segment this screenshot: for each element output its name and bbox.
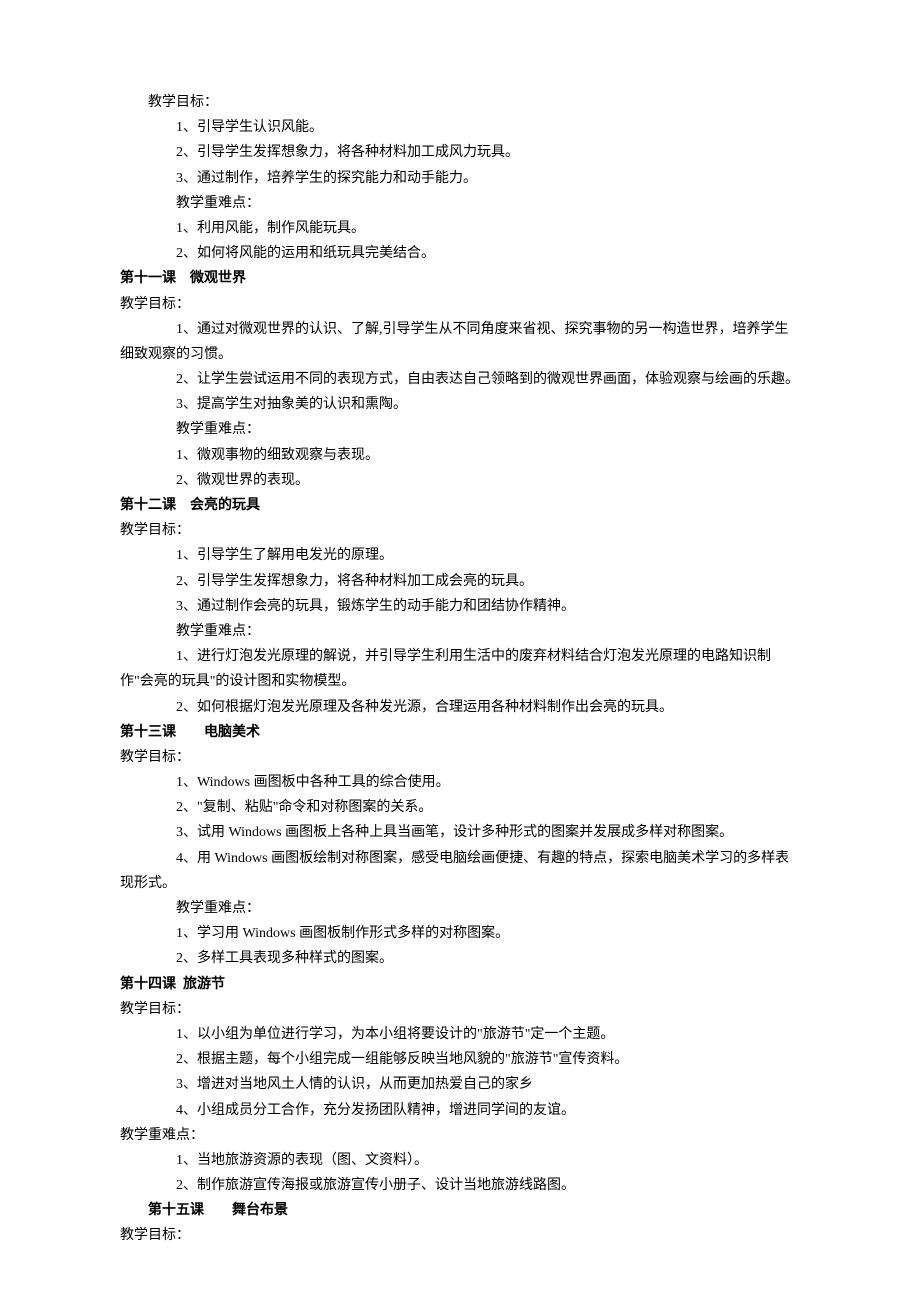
text-line: 教学重难点：: [120, 191, 800, 216]
text-line: 教学目标：: [120, 1223, 800, 1248]
text-line: 1、进行灯泡发光原理的解说，并引导学生利用生活中的废弃材料结合灯泡发光原理的电路…: [120, 644, 800, 694]
text-line: 教学重难点：: [120, 896, 800, 921]
text-line: 教学重难点：: [120, 1123, 800, 1148]
text-line: 教学目标：: [120, 292, 800, 317]
text-line: 3、提高学生对抽象美的认识和熏陶。: [120, 392, 800, 417]
text-line: 2、如何将风能的运用和纸玩具完美结合。: [120, 241, 800, 266]
text-line: 教学目标：: [120, 518, 800, 543]
text-line: 4、用 Windows 画图板绘制对称图案，感受电脑绘画便捷、有趣的特点，探索电…: [120, 846, 800, 896]
text-line: 1、微观事物的细致观察与表现。: [120, 443, 800, 468]
text-line: 2、"复制、粘贴"命令和对称图案的关系。: [120, 795, 800, 820]
text-line: 3、通过制作，培养学生的探究能力和动手能力。: [120, 166, 800, 191]
text-line: 1、利用风能，制作风能玩具。: [120, 216, 800, 241]
text-line: 1、通过对微观世界的认识、了解,引导学生从不同角度来省视、探究事物的另一构造世界…: [120, 317, 800, 367]
text-line: 3、增进对当地风土人情的认识，从而更加热爱自己的家乡: [120, 1072, 800, 1097]
text-line: 1、引导学生认识风能。: [120, 115, 800, 140]
text-line: 教学目标：: [120, 997, 800, 1022]
text-line: 2、引导学生发挥想象力，将各种材料加工成风力玩具。: [120, 140, 800, 165]
section-heading: 第十二课 会亮的玩具: [120, 493, 800, 518]
text-line: 1、当地旅游资源的表现（图、文资料）。: [120, 1148, 800, 1173]
text-line: 1、Windows 画图板中各种工具的综合使用。: [120, 770, 800, 795]
text-line: 3、试用 Windows 画图板上各种上具当画笔，设计多种形式的图案并发展成多样…: [120, 820, 800, 845]
text-line: 1、以小组为单位进行学习，为本小组将要设计的"旅游节"定一个主题。: [120, 1022, 800, 1047]
text-line: 2、引导学生发挥想象力，将各种材料加工成会亮的玩具。: [120, 569, 800, 594]
text-line: 4、小组成员分工合作，充分发扬团队精神，增进同学间的友谊。: [120, 1098, 800, 1123]
document-body: 教学目标：1、引导学生认识风能。2、引导学生发挥想象力，将各种材料加工成风力玩具…: [120, 90, 800, 1249]
text-line: 2、微观世界的表现。: [120, 468, 800, 493]
section-heading: 第十五课 舞台布景: [120, 1198, 800, 1223]
section-heading: 第十三课 电脑美术: [120, 720, 800, 745]
text-line: 教学目标：: [120, 745, 800, 770]
text-line: 1、学习用 Windows 画图板制作形式多样的对称图案。: [120, 921, 800, 946]
text-line: 2、多样工具表现多种样式的图案。: [120, 946, 800, 971]
text-line: 教学目标：: [120, 90, 800, 115]
text-line: 教学重难点：: [120, 417, 800, 442]
text-line: 1、引导学生了解用电发光的原理。: [120, 543, 800, 568]
text-line: 2、如何根据灯泡发光原理及各种发光源，合理运用各种材料制作出会亮的玩具。: [120, 695, 800, 720]
text-line: 2、让学生尝试运用不同的表现方式，自由表达自己领略到的微观世界画面，体验观察与绘…: [120, 367, 800, 392]
text-line: 教学重难点：: [120, 619, 800, 644]
text-line: 3、通过制作会亮的玩具，锻炼学生的动手能力和团结协作精神。: [120, 594, 800, 619]
section-heading: 第十四课 旅游节: [120, 972, 800, 997]
text-line: 2、根据主题，每个小组完成一组能够反映当地风貌的"旅游节"宣传资料。: [120, 1047, 800, 1072]
text-line: 2、制作旅游宣传海报或旅游宣传小册子、设计当地旅游线路图。: [120, 1173, 800, 1198]
section-heading: 第十一课 微观世界: [120, 266, 800, 291]
